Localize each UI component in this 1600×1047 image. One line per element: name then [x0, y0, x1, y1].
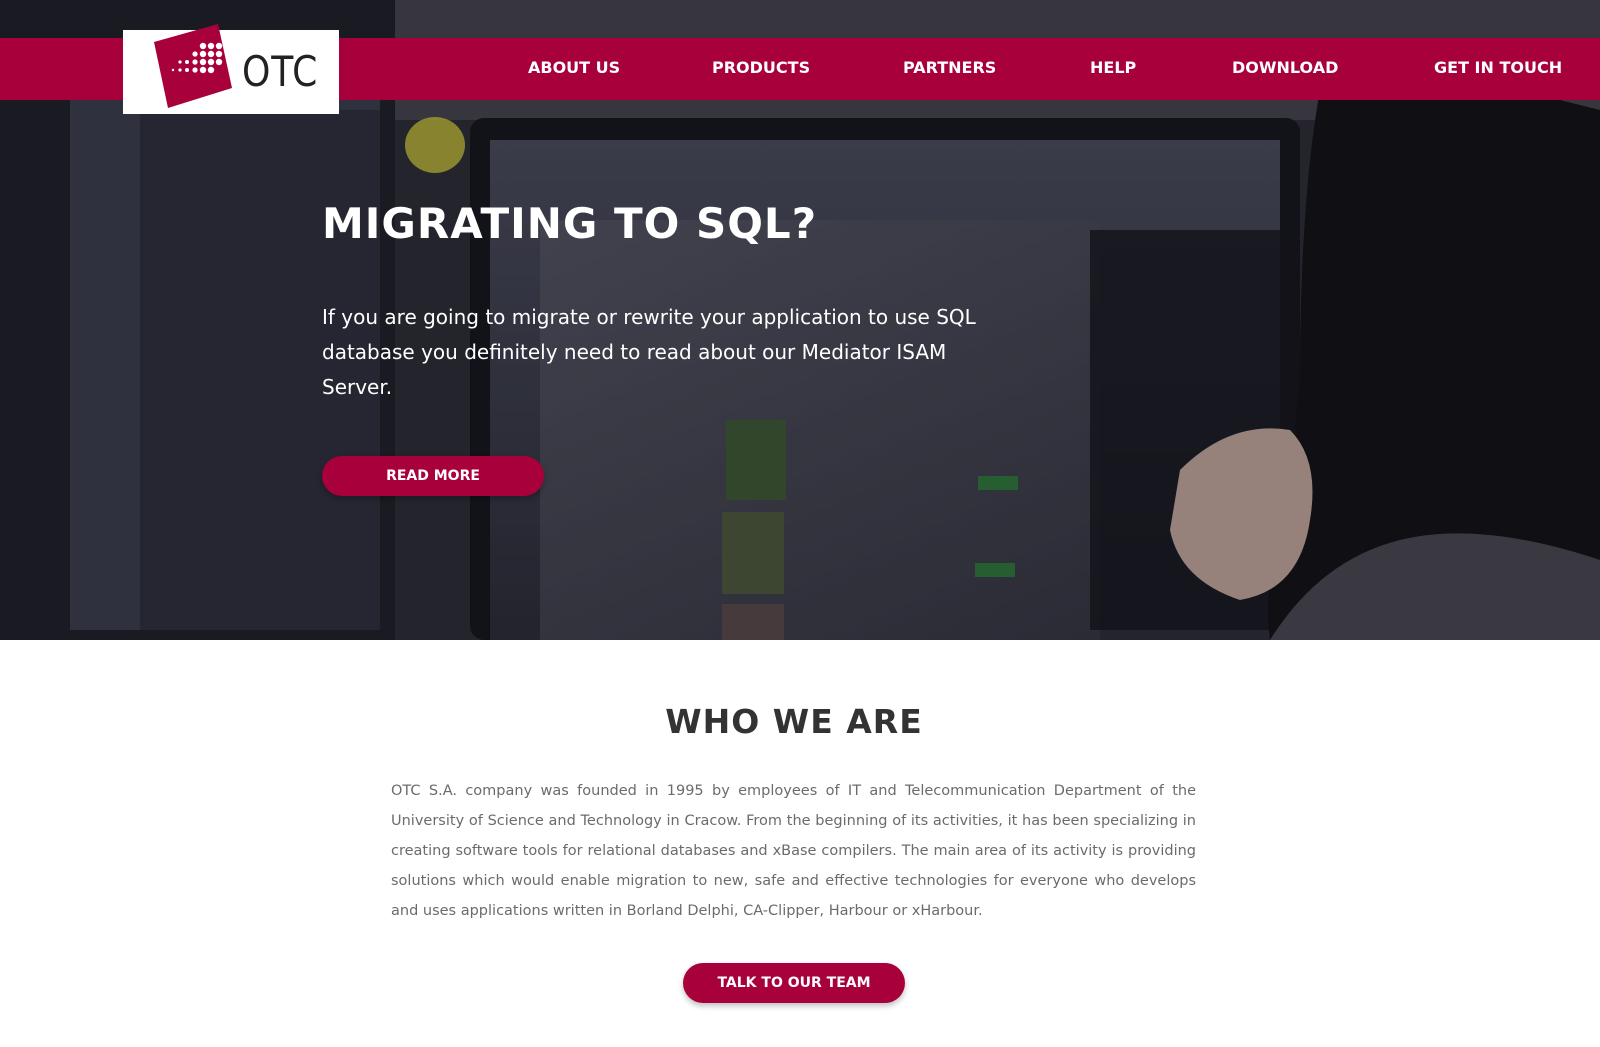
- nav-partners[interactable]: PARTNERS: [903, 58, 996, 78]
- logo-wordmark[interactable]: OTC: [242, 46, 318, 98]
- hero-description: If you are going to migrate or rewrite y…: [322, 305, 976, 399]
- read-more-button[interactable]: READ MORE: [322, 456, 544, 496]
- nav-get-in-touch[interactable]: GET IN TOUCH: [1434, 58, 1562, 78]
- who-we-are-text: OTC S.A. company was founded in 1995 by …: [391, 783, 1196, 919]
- nav-help[interactable]: HELP: [1090, 58, 1136, 78]
- otc-logo-icon[interactable]: [148, 24, 234, 108]
- nav-download[interactable]: DOWNLOAD: [1232, 58, 1338, 78]
- nav-products[interactable]: PRODUCTS: [712, 58, 810, 78]
- who-we-are-heading: WHO WE ARE: [665, 702, 923, 741]
- talk-to-our-team-button[interactable]: TALK TO OUR TEAM: [683, 963, 905, 1003]
- hero-title: MIGRATING TO SQL?: [322, 199, 818, 248]
- nav-about-us[interactable]: ABOUT US: [528, 58, 620, 78]
